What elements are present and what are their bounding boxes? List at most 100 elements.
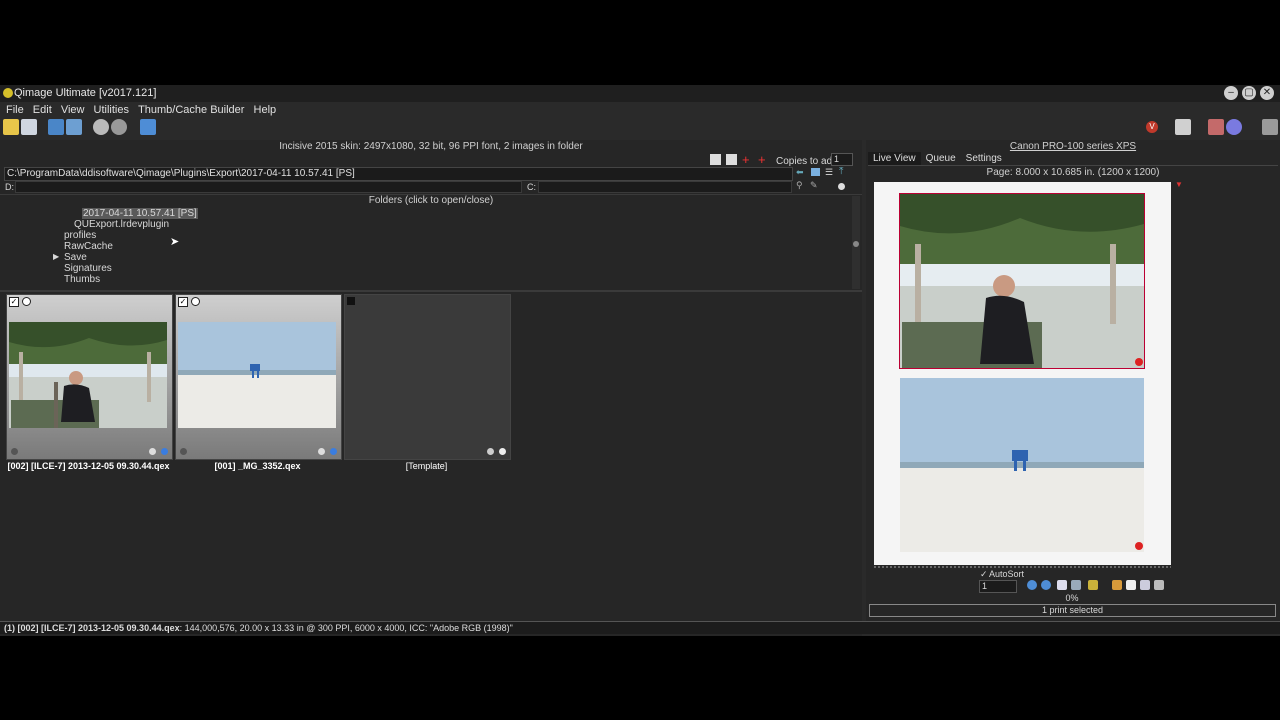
color-icon[interactable] — [1208, 119, 1224, 135]
tree-item[interactable]: QUExport.lrdevplugin — [74, 219, 169, 230]
thumbnail-radio[interactable] — [22, 297, 31, 306]
zoom-out-icon[interactable] — [726, 154, 737, 165]
thumbnail-label: [Template] — [405, 461, 448, 471]
tab-live-view[interactable]: Live View — [868, 152, 921, 165]
save-icon[interactable] — [21, 119, 37, 135]
page-divider — [874, 566, 1171, 568]
menu-file[interactable]: File — [6, 103, 24, 117]
printer-icon[interactable] — [1175, 119, 1191, 135]
marker-icon: ▼ — [1175, 180, 1183, 189]
title-bar: Qimage Ultimate [v2017.121] – ▢ ✕ — [0, 85, 1280, 102]
copies-input[interactable]: 1 — [831, 153, 853, 166]
next-icon[interactable] — [1041, 580, 1051, 590]
status-icon[interactable] — [149, 448, 156, 455]
copy-icon[interactable] — [1140, 580, 1150, 590]
trash-icon[interactable] — [1154, 580, 1164, 590]
thumbnail-checkbox[interactable]: ✓ — [9, 297, 19, 307]
binoculars-icon[interactable]: ⚲ — [796, 180, 803, 191]
info-icon[interactable] — [11, 448, 18, 455]
thumbnail-checkbox[interactable]: ✓ — [178, 297, 188, 307]
page-info: Page: 8.000 x 10.685 in. (1200 x 1200) — [986, 167, 1160, 178]
drive-d-label: D: — [5, 182, 14, 192]
template-checkbox[interactable] — [347, 297, 355, 305]
prev-icon[interactable] — [1027, 580, 1037, 590]
drive-d-field[interactable] — [15, 181, 522, 193]
print-badge-icon[interactable] — [161, 448, 168, 455]
tree-item[interactable]: RawCache — [64, 241, 113, 252]
status-details: : 144,000,576, 20.00 x 13.33 in @ 300 PP… — [179, 623, 513, 633]
tree-item[interactable]: Thumbs — [64, 274, 100, 285]
status-bar: (1) [002] [ILCE-7] 2013-12-05 09.30.44.q… — [0, 621, 1280, 634]
status-icon[interactable] — [487, 448, 494, 455]
exit-icon[interactable] — [1262, 119, 1278, 135]
settings-icon[interactable] — [499, 448, 506, 455]
tree-item[interactable]: Save — [64, 252, 87, 263]
refresh-icon[interactable] — [66, 119, 82, 135]
tree-scrollbar[interactable] — [852, 196, 860, 289]
thumbnail-card[interactable]: ✓ — [6, 294, 173, 460]
tab-settings[interactable]: Settings — [961, 152, 1007, 165]
tools-icon[interactable]: ✎ — [810, 180, 818, 191]
zoom-in-icon[interactable] — [710, 154, 721, 165]
path-field[interactable]: C:\ProgramData\ddisoftware\Qimage\Plugin… — [4, 167, 793, 181]
template-card[interactable] — [344, 294, 511, 460]
thumbnail-radio[interactable] — [191, 297, 200, 306]
lock-icon[interactable] — [1112, 580, 1122, 590]
open-folder-icon[interactable] — [3, 119, 19, 135]
menu-thumb-cache-builder[interactable]: Thumb/Cache Builder — [138, 103, 244, 117]
preview-photo-beach[interactable] — [900, 378, 1144, 552]
list-icon[interactable]: ☰ — [825, 167, 833, 178]
rotate-left-icon[interactable] — [93, 119, 109, 135]
tab-queue[interactable]: Queue — [921, 152, 961, 165]
folders-header[interactable]: Folders (click to open/close) — [0, 194, 862, 207]
dot-icon[interactable] — [838, 183, 845, 190]
add-all-icon[interactable]: + — [758, 153, 769, 166]
autosort-checkbox[interactable]: ✓ — [980, 569, 988, 580]
add-icon[interactable]: + — [742, 153, 753, 166]
align-icon[interactable] — [1088, 580, 1098, 590]
document-icon[interactable] — [1126, 580, 1136, 590]
menu-edit[interactable]: Edit — [33, 103, 52, 117]
drive-c-field[interactable] — [538, 181, 792, 193]
photo-man-on-bench — [9, 322, 167, 428]
camera-icon[interactable] — [48, 119, 64, 135]
maximize-icon[interactable]: ▢ — [1242, 86, 1256, 100]
minimize-icon[interactable]: – — [1224, 86, 1238, 100]
menu-utilities[interactable]: Utilities — [94, 103, 129, 117]
scroll-thumb[interactable] — [853, 241, 859, 247]
rotate-right-icon[interactable] — [111, 119, 127, 135]
print-panel: Canon PRO-100 series XPS Live View Queue S… — [866, 140, 1280, 621]
menu-bar: File Edit View Utilities Thumb/Cache Bui… — [0, 103, 1280, 117]
printer-name[interactable]: Canon PRO-100 series XPS — [866, 141, 1280, 152]
layout-icon[interactable] — [1071, 580, 1081, 590]
mouse-cursor-icon: ➤ — [170, 236, 180, 248]
app-logo-icon — [3, 88, 13, 98]
status-icon[interactable] — [318, 448, 325, 455]
print-badge-icon[interactable] — [330, 448, 337, 455]
tree-item-selected[interactable]: 2017-04-11 10.57.41 [PS] — [82, 208, 198, 219]
expand-arrow-icon[interactable]: ▶ — [53, 252, 59, 261]
grid-view-icon[interactable] — [140, 119, 156, 135]
remove-icon[interactable] — [1135, 542, 1143, 550]
close-icon[interactable]: ✕ — [1260, 86, 1274, 100]
info-icon[interactable] — [180, 448, 187, 455]
page-icon[interactable] — [1057, 580, 1067, 590]
menu-view[interactable]: View — [61, 103, 85, 117]
thumbnail-card[interactable]: ✓ — [175, 294, 342, 460]
print-copies-input[interactable]: 1 — [979, 580, 1017, 593]
drive-c-label: C: — [527, 182, 536, 192]
v-badge-icon[interactable]: V — [1146, 121, 1158, 133]
tree-item[interactable]: Signatures — [64, 263, 112, 274]
preview-photo-man[interactable] — [899, 193, 1145, 369]
toolbar: V — [0, 117, 1280, 139]
folder-view-icon[interactable] — [811, 168, 820, 176]
menu-help[interactable]: Help — [254, 103, 277, 117]
selection-status: 1 print selected — [869, 604, 1276, 617]
print-page-preview — [874, 182, 1171, 565]
remove-icon[interactable] — [1135, 358, 1143, 366]
gear-icon[interactable] — [1226, 119, 1242, 135]
splitter[interactable] — [0, 290, 862, 292]
tree-item[interactable]: profiles — [64, 230, 96, 241]
nav-back-icon[interactable]: ⬅ — [796, 167, 804, 178]
nav-up-icon[interactable]: ⤒ — [839, 166, 843, 177]
